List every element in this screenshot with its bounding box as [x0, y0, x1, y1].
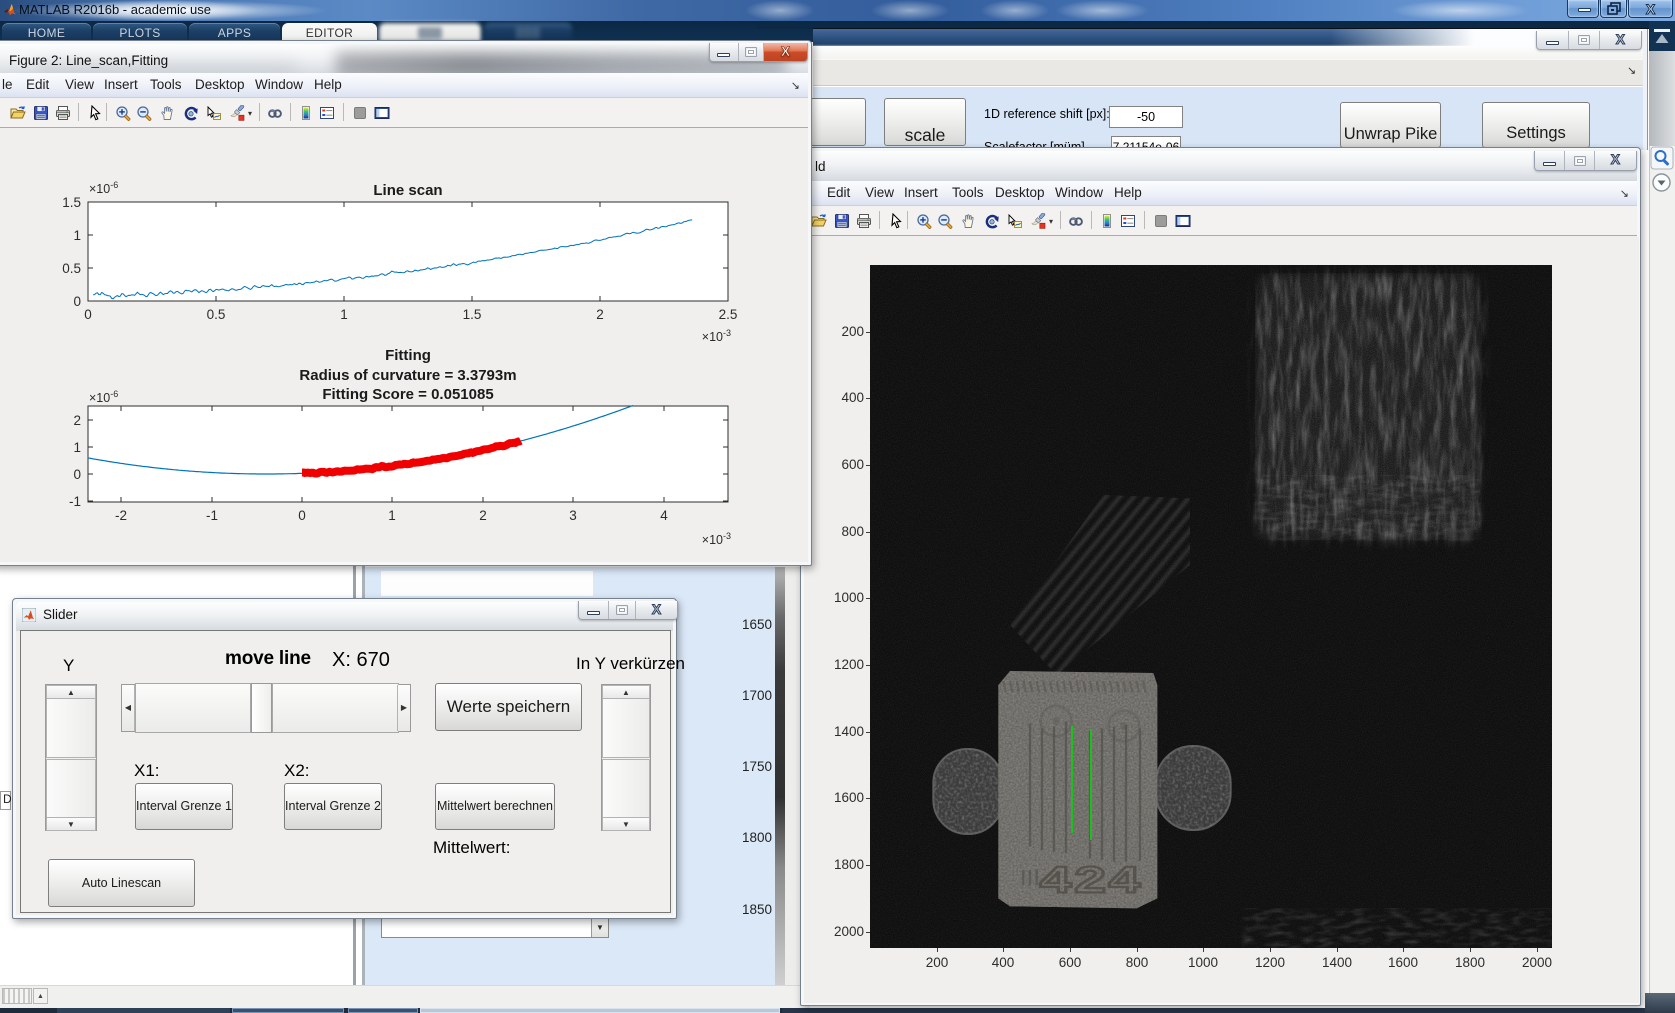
svg-text:Fitting: Fitting	[385, 347, 431, 364]
svg-text:Fitting Score = 0.051085: Fitting Score = 0.051085	[322, 386, 493, 403]
svg-text:2: 2	[596, 307, 604, 322]
svg-text:424: 424	[1038, 859, 1141, 904]
svg-text:-1: -1	[69, 494, 81, 509]
svg-text:2: 2	[73, 413, 81, 428]
svg-text:-2: -2	[115, 508, 127, 523]
svg-text:4: 4	[660, 508, 668, 523]
svg-text:Radius of curvature = 3.3793m: Radius of curvature = 3.3793m	[299, 367, 516, 384]
svg-text:1.5: 1.5	[62, 195, 81, 210]
svg-text:0: 0	[73, 467, 81, 482]
svg-text:2.5: 2.5	[719, 307, 738, 322]
svg-text:3: 3	[569, 508, 577, 523]
svg-text:0.5: 0.5	[62, 261, 81, 276]
svg-text:×10-6: ×10-6	[89, 389, 118, 405]
svg-text:×10-3: ×10-3	[702, 531, 731, 547]
svg-text:Line scan: Line scan	[373, 182, 442, 199]
svg-text:×10-3: ×10-3	[702, 328, 731, 344]
svg-text:0: 0	[73, 294, 81, 309]
svg-text:2: 2	[479, 508, 487, 523]
svg-text:1.5: 1.5	[463, 307, 482, 322]
svg-text:×10-6: ×10-6	[89, 180, 118, 196]
svg-text:-1: -1	[206, 508, 218, 523]
svg-text:0: 0	[298, 508, 306, 523]
svg-text:1: 1	[340, 307, 348, 322]
svg-text:1: 1	[73, 228, 81, 243]
svg-text:0.5: 0.5	[207, 307, 226, 322]
svg-text:1: 1	[73, 440, 81, 455]
svg-text:0: 0	[84, 307, 92, 322]
svg-text:1: 1	[388, 508, 396, 523]
